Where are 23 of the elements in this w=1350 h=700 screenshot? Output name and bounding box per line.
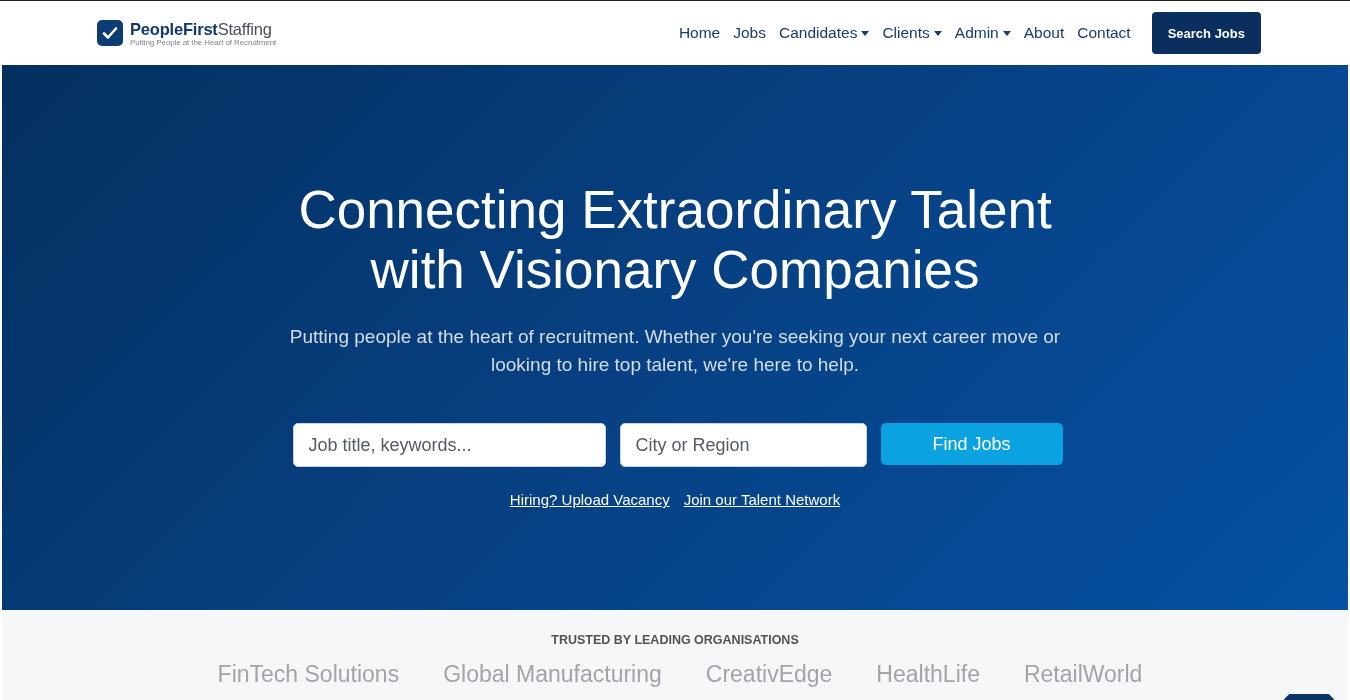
- trusted-label: TRUSTED BY LEADING ORGANISATIONS: [551, 633, 799, 647]
- search-jobs-button[interactable]: Search Jobs: [1151, 12, 1261, 54]
- client-logo-text: Global Manufacturing: [443, 661, 662, 687]
- checkbox-logo-icon: [97, 20, 123, 46]
- client-logo-text: CreativEdge: [705, 661, 833, 687]
- nav-link[interactable]: Home: [678, 24, 721, 42]
- nav-link[interactable]: Contact: [1077, 24, 1131, 42]
- brand-tagline: Putting People at the Heart of Recruitment: [130, 37, 277, 47]
- hero-heading: Connecting Extraordinary Talent with Visionary Companies: [297, 180, 1053, 300]
- client-logo-text: HealthLife: [876, 661, 980, 687]
- nav-link[interactable]: Admin: [954, 24, 1011, 42]
- keyword-search-field[interactable]: Job title, keywords...: [292, 423, 606, 467]
- client-logo-text: RetailWorld: [1023, 661, 1143, 687]
- nav-link[interactable]: Candidates: [779, 24, 870, 42]
- hero-subtitle: Putting people at the heart of recruitment. Whether you're seeking your next career move or looking to hire top talent, we're here to help.: [288, 325, 1062, 377]
- hero-link[interactable]: Join our Talent Network: [683, 490, 841, 510]
- nav-link[interactable]: About: [1023, 24, 1065, 42]
- nav-link[interactable]: Clients: [882, 24, 942, 42]
- nav-link[interactable]: Jobs: [733, 24, 766, 42]
- location-search-field[interactable]: City or Region: [619, 423, 867, 467]
- hero-link[interactable]: Hiring? Upload Vacancy: [509, 490, 670, 510]
- brand-name: PeopleFirstStaffing: [130, 19, 272, 38]
- client-logo-text: FinTech Solutions: [217, 661, 400, 687]
